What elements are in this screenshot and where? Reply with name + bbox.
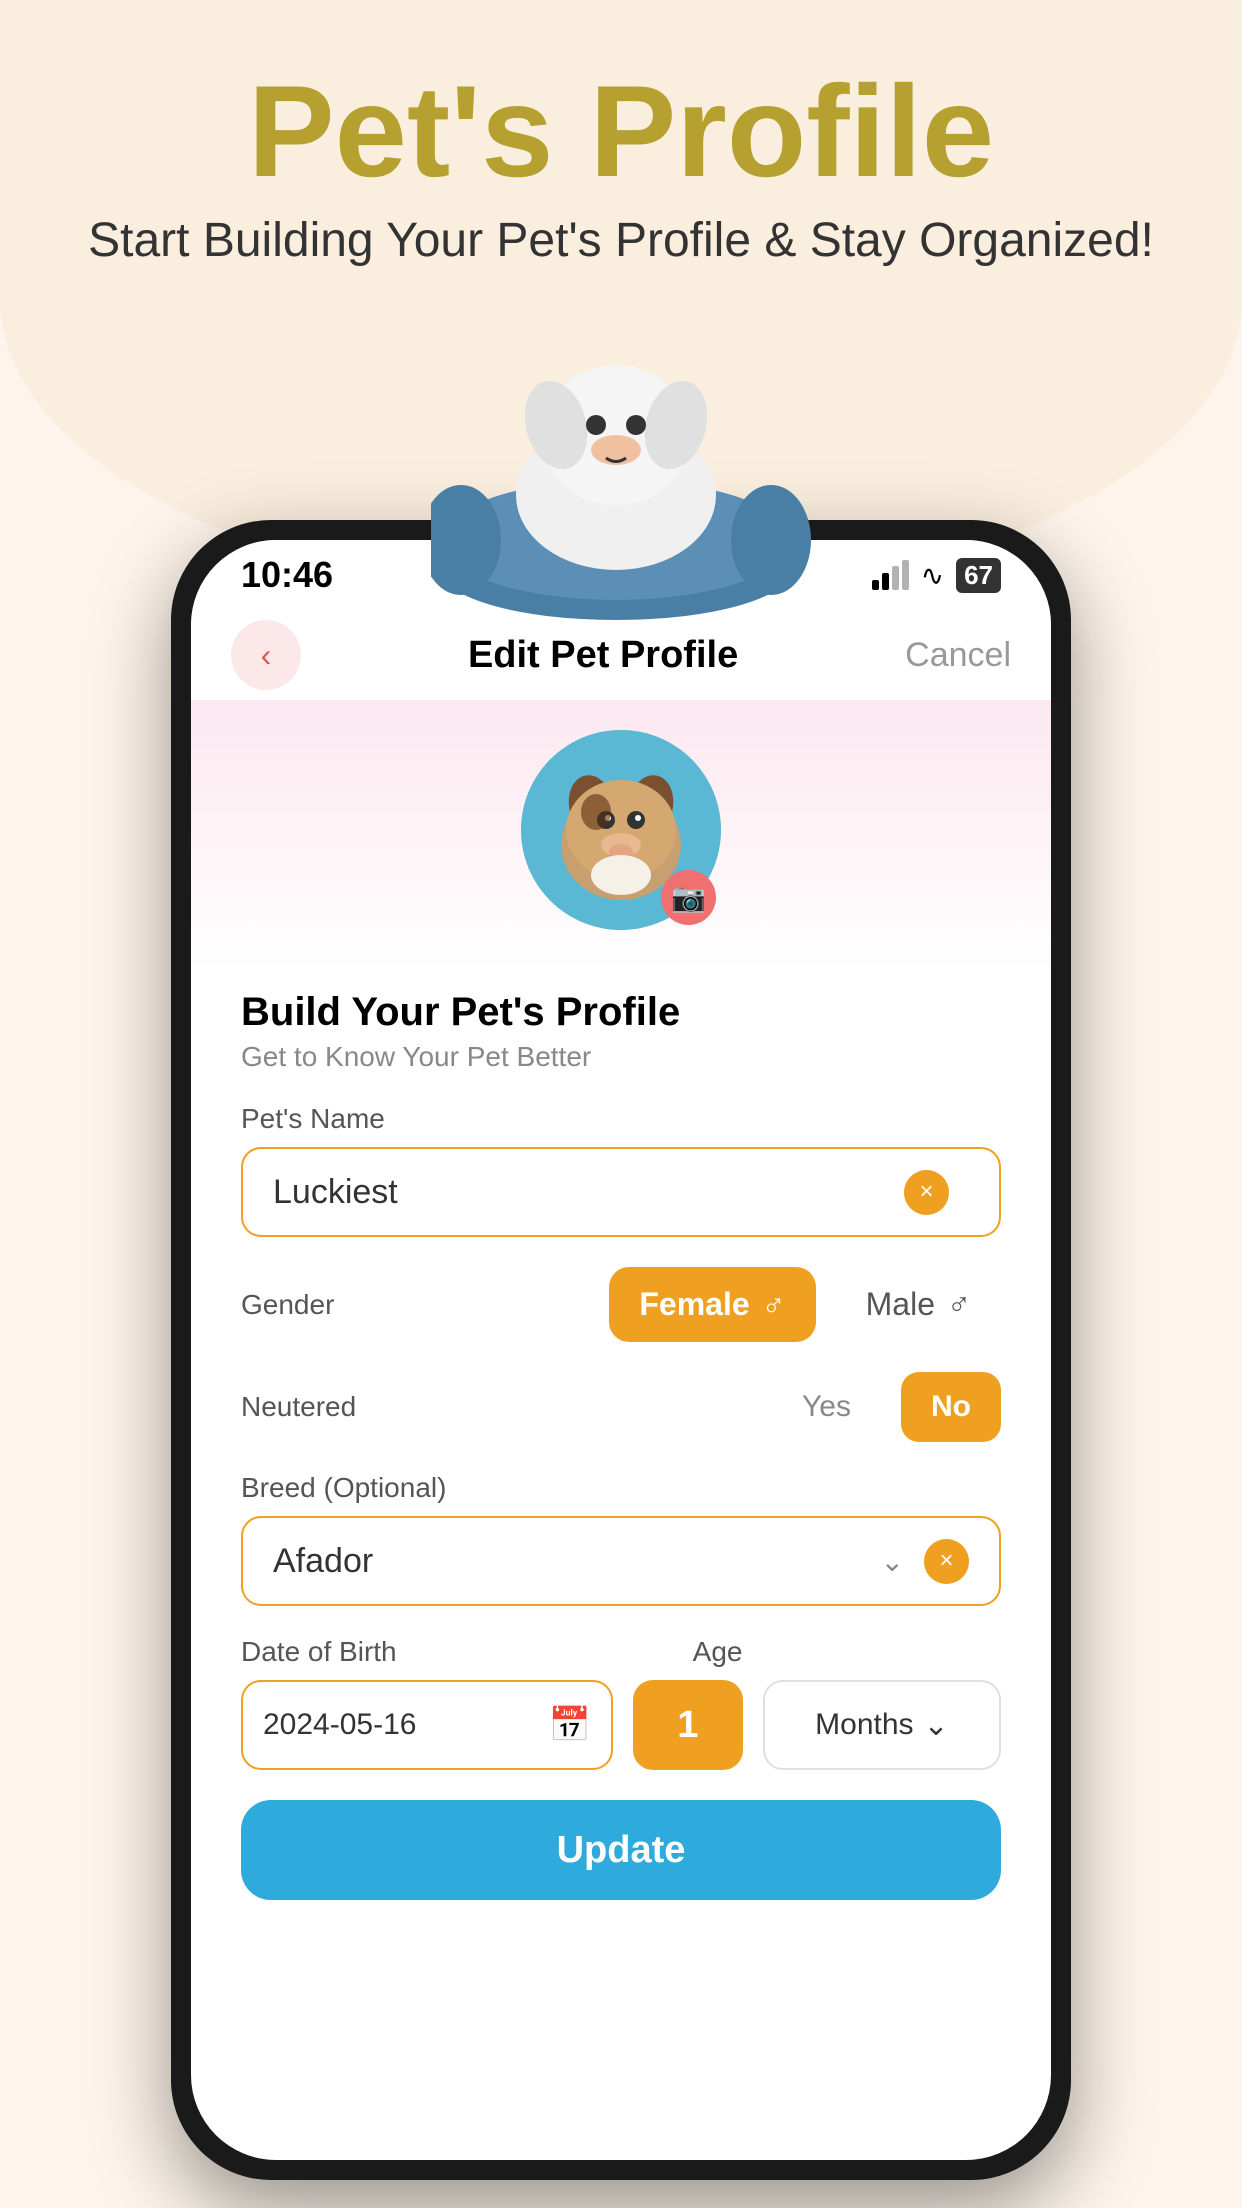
dob-input[interactable]: 2024-05-16 📅 xyxy=(241,1680,613,1770)
gender-female-label: Female xyxy=(639,1286,749,1323)
calendar-icon: 📅 xyxy=(548,1705,590,1745)
camera-icon: 📷 xyxy=(671,881,706,914)
battery-icon: 67 xyxy=(956,558,1001,593)
status-icons: ∿ 67 xyxy=(872,558,1001,593)
gender-male-label: Male xyxy=(866,1286,935,1323)
dob-age-inputs: 2024-05-16 📅 1 Months ⌄ xyxy=(241,1680,1001,1770)
update-button[interactable]: Update xyxy=(241,1800,1001,1900)
status-time: 10:46 xyxy=(241,554,333,596)
gender-female-icon: ♂ xyxy=(762,1286,786,1323)
profile-section: 📷 xyxy=(191,700,1051,970)
form-content: Build Your Pet's Profile Get to Know You… xyxy=(191,970,1051,1940)
breed-label: Breed (Optional) xyxy=(241,1472,1001,1504)
breed-chevron-icon: ⌄ xyxy=(881,1545,904,1578)
dob-age-section: Date of Birth Age 2024-05-16 📅 1 Months … xyxy=(241,1636,1001,1770)
gender-label: Gender xyxy=(241,1289,391,1321)
neutered-no-label: No xyxy=(931,1390,971,1424)
avatar-container: 📷 xyxy=(521,730,721,930)
age-unit-label: Months xyxy=(815,1708,913,1742)
camera-button[interactable]: 📷 xyxy=(661,870,716,925)
neutered-yes-label: Yes xyxy=(802,1390,851,1424)
hero-title: Pet's Profile xyxy=(0,60,1242,203)
page-title: Edit Pet Profile xyxy=(468,634,738,677)
pet-name-clear-button[interactable]: × xyxy=(904,1170,949,1215)
breed-value: Afador xyxy=(273,1542,881,1581)
neutered-no-button[interactable]: No xyxy=(901,1372,1001,1442)
back-button[interactable]: ‹ xyxy=(231,620,301,690)
hero-subtitle: Start Building Your Pet's Profile & Stay… xyxy=(0,213,1242,268)
breed-clear-icon: × xyxy=(939,1547,953,1575)
age-unit-button[interactable]: Months ⌄ xyxy=(763,1680,1001,1770)
breed-controls: ⌄ × xyxy=(881,1539,969,1584)
gender-female-button[interactable]: Female ♂ xyxy=(609,1267,815,1342)
age-unit-chevron-icon: ⌄ xyxy=(924,1708,949,1743)
gender-male-button[interactable]: Male ♂ xyxy=(836,1267,1001,1342)
pet-name-value: Luckiest xyxy=(273,1173,904,1212)
gender-options: Female ♂ Male ♂ xyxy=(411,1267,1001,1342)
form-section-subtitle: Get to Know Your Pet Better xyxy=(241,1041,1001,1073)
clear-icon: × xyxy=(919,1178,933,1206)
gender-male-icon: ♂ xyxy=(947,1286,971,1323)
signal-icon xyxy=(872,560,909,590)
neutered-label: Neutered xyxy=(241,1391,772,1423)
gender-row: Gender Female ♂ Male ♂ xyxy=(241,1267,1001,1342)
pet-name-input[interactable]: Luckiest × xyxy=(241,1147,1001,1237)
cancel-button[interactable]: Cancel xyxy=(905,636,1011,675)
app-header: ‹ Edit Pet Profile Cancel xyxy=(191,610,1051,700)
neutered-options: Yes No xyxy=(772,1372,1001,1442)
pet-name-label: Pet's Name xyxy=(241,1103,1001,1135)
phone-screen: 10:46 ∿ 67 ‹ Edit Pet Profile Cancel xyxy=(191,540,1051,2160)
breed-dropdown[interactable]: Afador ⌄ × xyxy=(241,1516,1001,1606)
dob-label: Date of Birth xyxy=(241,1636,673,1668)
neutered-row: Neutered Yes No xyxy=(241,1372,1001,1442)
neutered-yes-button[interactable]: Yes xyxy=(772,1372,881,1442)
age-number-display[interactable]: 1 xyxy=(633,1680,743,1770)
age-label: Age xyxy=(693,1636,1001,1668)
update-label: Update xyxy=(557,1829,686,1872)
breed-clear-button[interactable]: × xyxy=(924,1539,969,1584)
hero-section: Pet's Profile Start Building Your Pet's … xyxy=(0,60,1242,268)
dog-decoration xyxy=(431,340,811,620)
phone-frame: 10:46 ∿ 67 ‹ Edit Pet Profile Cancel xyxy=(171,520,1071,2180)
back-icon: ‹ xyxy=(261,637,272,674)
form-section-title: Build Your Pet's Profile xyxy=(241,990,1001,1035)
dob-value: 2024-05-16 xyxy=(263,1708,416,1742)
dob-age-labels: Date of Birth Age xyxy=(241,1636,1001,1668)
wifi-icon: ∿ xyxy=(921,559,944,592)
